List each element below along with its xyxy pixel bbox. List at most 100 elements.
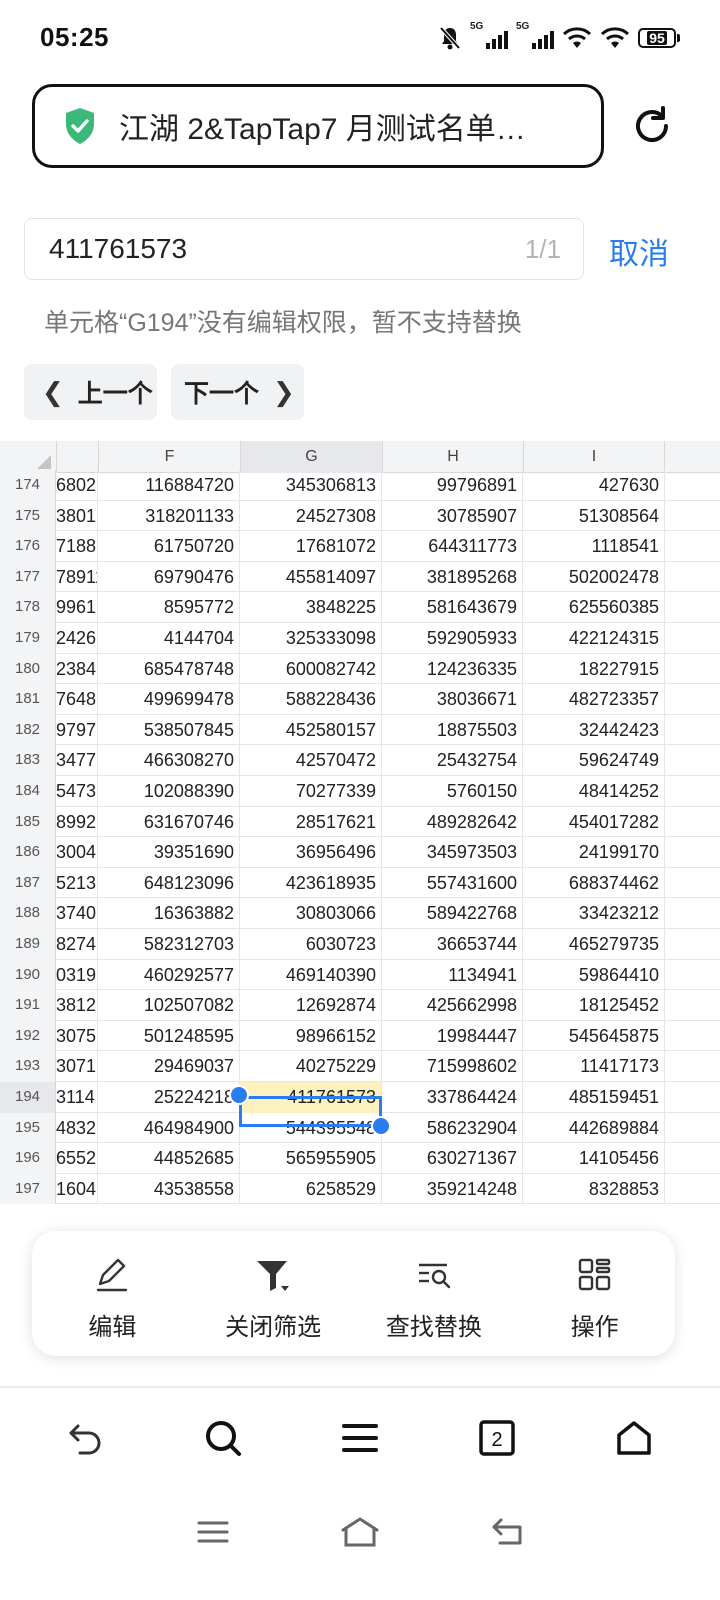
cell-e[interactable]: 9797 [56,714,98,746]
cell-h[interactable]: 630271367 [382,1143,523,1174]
cell-g[interactable]: 469140390 [240,959,382,991]
cell-e[interactable]: 3812 [56,990,98,1021]
selection-handle-end[interactable] [371,1116,391,1136]
cell-e[interactable]: 3740 [56,898,98,929]
row-number[interactable]: 181 [0,684,56,715]
cell-i[interactable]: 1118541 [523,531,665,562]
cell-h[interactable]: 5760150 [382,776,523,807]
cell-g[interactable]: 455814097 [240,561,382,593]
cell-e[interactable]: 3004 [56,837,98,868]
cell-f[interactable]: 464984900 [98,1112,240,1144]
reload-icon[interactable] [630,104,674,148]
close-filter-button[interactable]: 关闭筛选 [193,1231,354,1356]
cell-e[interactable]: 9961 [56,592,98,623]
row-number[interactable]: 187 [0,867,56,899]
cell-h[interactable]: 592905933 [382,623,523,654]
cell-g[interactable]: 36956496 [240,837,382,868]
cell-g[interactable]: 565955905 [240,1143,382,1174]
cell-f[interactable]: 318201133 [98,500,240,532]
row-number[interactable]: 194 [0,1082,56,1113]
cell-f[interactable]: 685478748 [98,653,240,685]
cell-f[interactable]: 61750720 [98,531,240,562]
column-header-e[interactable] [56,441,98,473]
cell-g[interactable]: 30803066 [240,898,382,929]
cell-h[interactable]: 124236335 [382,653,523,685]
cell-e[interactable]: 3477 [56,745,98,776]
recent-apps-icon[interactable] [196,1517,230,1547]
cell-g[interactable]: 6258529 [240,1173,382,1205]
cell-h[interactable]: 18875503 [382,714,523,746]
cell-f[interactable]: 29469037 [98,1051,240,1082]
cell-e[interactable]: 3114 [56,1082,98,1113]
row-number[interactable]: 174 [0,470,56,501]
cell-g[interactable]: 588228436 [240,684,382,715]
cell-h[interactable]: 1134941 [382,959,523,991]
cell-e[interactable]: 5213 [56,867,98,899]
cell-h[interactable]: 425662998 [382,990,523,1021]
home-button[interactable] [599,1403,669,1473]
selected-cell[interactable]: 411761573 [240,1082,382,1113]
cell-f[interactable]: 466308270 [98,745,240,776]
cell-e[interactable]: 3075 [56,1020,98,1052]
cell-i[interactable]: 465279735 [523,929,665,960]
cell-h[interactable]: 489282642 [382,806,523,838]
cell-f[interactable]: 460292577 [98,959,240,991]
find-input[interactable] [49,233,525,265]
row-number[interactable]: 175 [0,500,56,532]
cell-e[interactable]: 5473 [56,776,98,807]
column-header-g[interactable]: G [240,441,382,473]
cell-i[interactable]: 422124315 [523,623,665,654]
cell-f[interactable]: 648123096 [98,867,240,899]
next-match-button[interactable]: 下一个 ❯ [171,364,304,420]
cell-f[interactable]: 499699478 [98,684,240,715]
cell-g[interactable]: 70277339 [240,776,382,807]
cell-g[interactable]: 600082742 [240,653,382,685]
cell-f[interactable]: 69790476 [98,561,240,593]
cell-h[interactable]: 644311773 [382,531,523,562]
cell-h[interactable]: 30785907 [382,500,523,532]
column-header-h[interactable]: H [382,441,523,473]
cell-i[interactable]: 8328853 [523,1173,665,1205]
cell-e[interactable]: 3801 [56,500,98,532]
cell-h[interactable]: 581643679 [382,592,523,623]
cell-i[interactable]: 59624749 [523,745,665,776]
cell-i[interactable]: 454017282 [523,806,665,838]
back-button[interactable] [51,1403,121,1473]
cell-i[interactable]: 33423212 [523,898,665,929]
row-number[interactable]: 176 [0,531,56,562]
row-number[interactable]: 185 [0,806,56,838]
column-header-i[interactable]: I [523,441,665,473]
cell-e[interactable]: 8274 [56,929,98,960]
row-number[interactable]: 178 [0,592,56,623]
cell-g[interactable]: 452580157 [240,714,382,746]
cancel-button[interactable]: 取消 [609,229,669,273]
cell-i[interactable]: 48414252 [523,776,665,807]
cell-e[interactable]: 78911 [56,561,98,593]
cell-f[interactable]: 538507845 [98,714,240,746]
row-number[interactable]: 192 [0,1020,56,1052]
row-number[interactable]: 183 [0,745,56,776]
cell-f[interactable]: 582312703 [98,929,240,960]
cell-f[interactable]: 631670746 [98,806,240,838]
cell-g[interactable]: 12692874 [240,990,382,1021]
cell-i[interactable]: 59864410 [523,959,665,991]
column-header-f[interactable]: F [98,441,240,473]
cell-g[interactable]: 24527308 [240,500,382,532]
cell-h[interactable]: 345973503 [382,837,523,868]
previous-match-button[interactable]: ❮ 上一个 [24,364,157,420]
cell-g[interactable]: 40275229 [240,1051,382,1082]
find-input-box[interactable]: 1/1 [24,218,584,280]
cell-e[interactable]: 0319 [56,959,98,991]
cell-f[interactable]: 4144704 [98,623,240,654]
cell-g[interactable]: 544395548 [240,1112,382,1144]
tabs-button[interactable]: 2 [462,1403,532,1473]
row-number[interactable]: 188 [0,898,56,929]
row-number[interactable]: 182 [0,714,56,746]
cell-h[interactable]: 589422768 [382,898,523,929]
cell-g[interactable]: 98966152 [240,1020,382,1052]
cell-i[interactable]: 427630 [523,470,665,501]
cell-e[interactable]: 1604 [56,1173,98,1205]
cell-g[interactable]: 17681072 [240,531,382,562]
cell-i[interactable]: 32442423 [523,714,665,746]
cell-f[interactable]: 116884720 [98,470,240,501]
